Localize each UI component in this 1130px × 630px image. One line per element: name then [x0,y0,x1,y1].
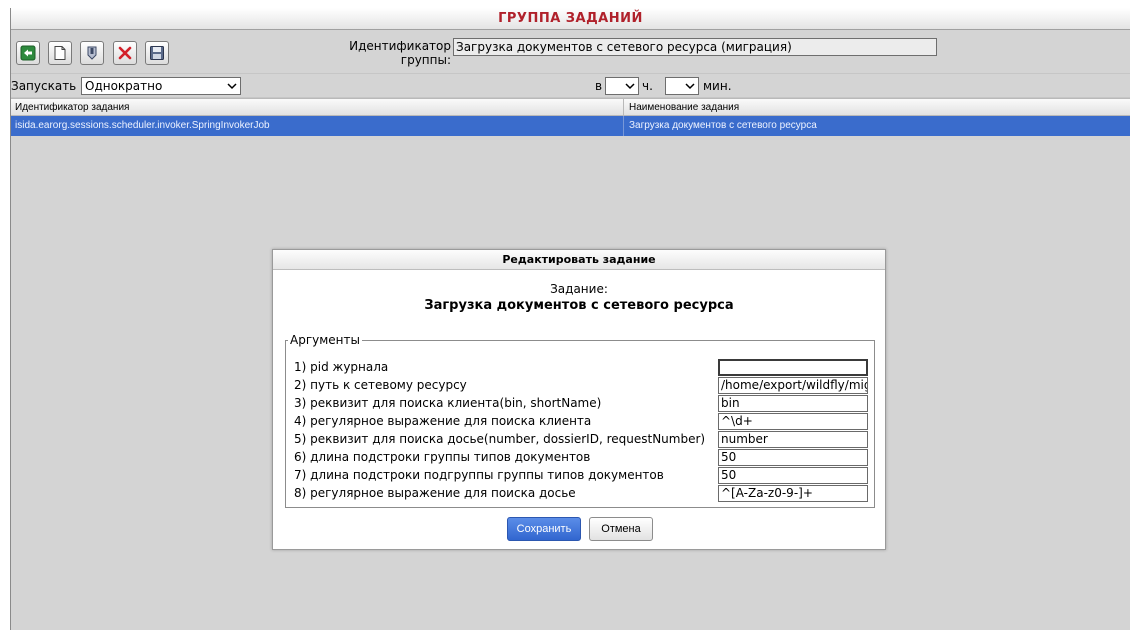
edit-icon [87,46,97,60]
minute-label: мин. [703,79,732,93]
dossier-regex-input[interactable]: ^[A-Za-z0-9-]+ [718,485,868,502]
arguments-legend: Аргументы [288,333,362,347]
arg-label: 5) реквизит для поиска досье(number, dos… [294,432,706,446]
dossier-attribute-input[interactable]: number [718,431,868,448]
arg-row-group-length: 6) длина подстроки группы типов документ… [294,449,870,466]
task-name: Загрузка документов с сетевого ресурса [424,298,734,313]
arg-row-dossier-regex: 8) регулярное выражение для поиска досье… [294,485,870,502]
edit-task-dialog: Редактировать задание Задание: Загрузка … [272,249,886,550]
arg-row-client-regex: 4) регулярное выражение для поиска клиен… [294,413,870,430]
arg-label: 4) регулярное выражение для поиска клиен… [294,414,592,428]
client-attribute-input[interactable]: bin [718,395,868,412]
save-button[interactable]: Сохранить [507,517,581,541]
back-arrow-icon [20,45,36,61]
chevron-down-icon [625,83,635,90]
delete-icon [118,46,132,60]
cell-divider [623,116,624,136]
toolbar: Идентификатор группы: Загрузка документо… [11,30,1130,74]
dialog-title: Редактировать задание [273,250,885,270]
network-path-input[interactable]: /home/export/wildfly/mig [718,377,868,394]
column-header-task-name[interactable]: Наименование задания [629,102,739,113]
hour-label: ч. [642,79,653,93]
edit-button[interactable] [80,41,104,65]
column-header-task-id[interactable]: Идентификатор задания [15,102,129,113]
group-id-label: Идентификатор группы: [349,39,451,67]
arg-row-subgroup-length: 7) длина подстроки подгруппы группы типо… [294,467,870,484]
cancel-button[interactable]: Отмена [589,517,653,541]
at-label: в [595,79,603,93]
chevron-down-icon [227,83,237,90]
arg-label: 8) регулярное выражение для поиска досье [294,486,576,500]
arg-label: 1) pid журнала [294,360,389,374]
arg-row-dossier-attr: 5) реквизит для поиска досье(number, dos… [294,431,870,448]
back-button[interactable] [16,41,40,65]
schedule-row: Запускать Однократно в ч. мин. [11,74,1130,98]
run-label: Запускать [11,79,77,93]
arg-label: 3) реквизит для поиска клиента(bin, shor… [294,396,602,410]
run-mode-select[interactable]: Однократно [81,77,241,95]
subgroup-length-input[interactable]: 50 [718,467,868,484]
new-button[interactable] [48,41,72,65]
task-id-cell: isida.earorg.sessions.scheduler.invoker.… [15,120,270,131]
arg-label: 7) длина подстроки подгруппы группы типо… [294,468,664,482]
minute-select[interactable] [665,77,699,95]
pid-journal-input[interactable] [718,359,868,376]
column-divider [623,99,624,116]
group-length-input[interactable]: 50 [718,449,868,466]
hour-select[interactable] [605,77,639,95]
arg-row-client-attr: 3) реквизит для поиска клиента(bin, shor… [294,395,870,412]
arg-label: 6) длина подстроки группы типов документ… [294,450,591,464]
tasks-table-header: Идентификатор задания Наименование задан… [11,98,1130,116]
new-document-icon [54,46,66,60]
table-row[interactable]: isida.earorg.sessions.scheduler.invoker.… [11,116,1130,136]
arg-label: 2) путь к сетевому ресурсу [294,378,467,392]
arg-row-pid: 1) pid журнала [294,359,870,376]
arguments-fieldset: Аргументы 1) pid журнала 2) путь к сетев… [285,333,875,508]
chevron-down-icon [685,83,695,90]
save-disk-icon [150,46,164,60]
client-regex-input[interactable]: ^\d+ [718,413,868,430]
task-name-cell: Загрузка документов с сетевого ресурса [629,120,817,131]
delete-button[interactable] [113,41,137,65]
group-id-input[interactable]: Загрузка документов с сетевого ресурса (… [453,38,937,56]
save-toolbar-button[interactable] [145,41,169,65]
task-caption: Задание: [550,282,608,296]
window-title: ГРУППА ЗАДАНИЙ [11,8,1130,30]
run-mode-value: Однократно [85,79,163,93]
arg-row-network-path: 2) путь к сетевому ресурсу /home/export/… [294,377,870,394]
